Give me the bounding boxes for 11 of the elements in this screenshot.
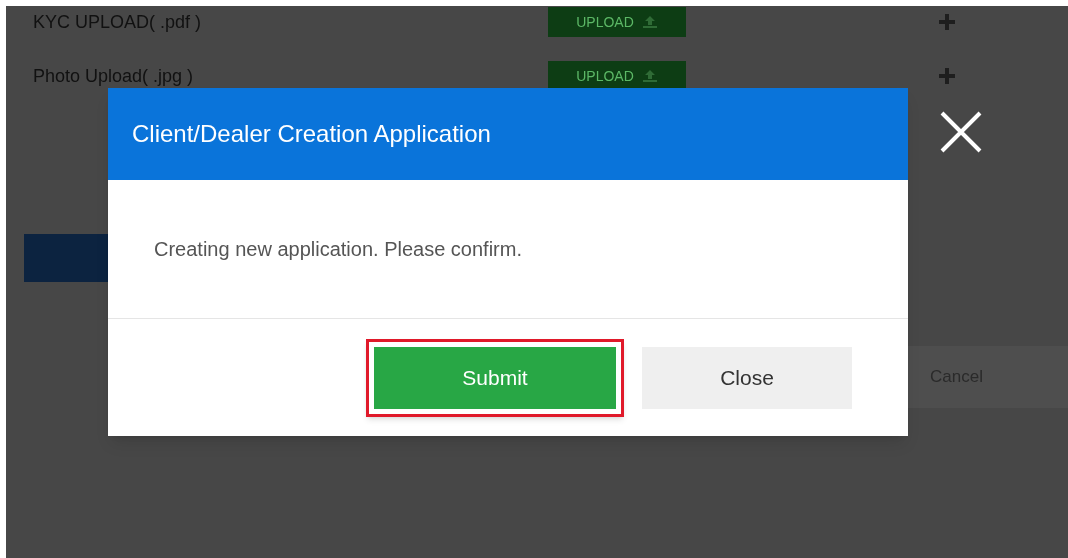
dialog-message: Creating new application. Please confirm. — [153, 237, 523, 262]
upload-button[interactable]: UPLOAD — [548, 61, 686, 91]
dialog-title: Client/Dealer Creation Application — [108, 88, 908, 180]
close-icon[interactable] — [938, 109, 984, 155]
close-button[interactable]: Close — [642, 346, 852, 409]
upload-button[interactable]: UPLOAD — [548, 7, 686, 37]
plus-icon[interactable] — [938, 13, 956, 31]
upload-icon — [641, 69, 658, 83]
upload-icon — [641, 15, 658, 29]
plus-icon[interactable] — [938, 67, 956, 85]
submit-button[interactable]: Submit — [374, 346, 616, 409]
